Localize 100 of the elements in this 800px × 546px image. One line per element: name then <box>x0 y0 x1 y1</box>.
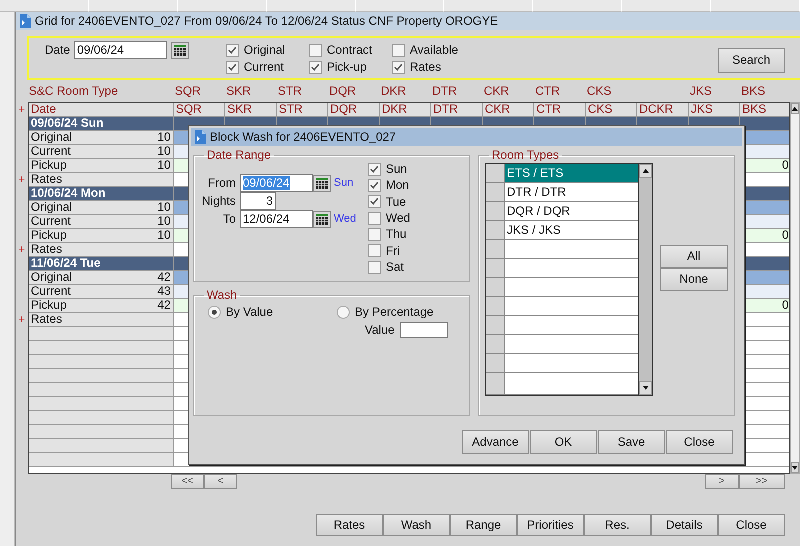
list-item[interactable]: DTR / DTR <box>505 183 638 202</box>
search-button[interactable]: Search <box>718 48 785 73</box>
checkbox[interactable] <box>368 162 381 176</box>
date-field[interactable]: 12/06/24 <box>240 210 313 228</box>
button[interactable]: None <box>660 268 728 292</box>
field-label: Value <box>365 322 395 338</box>
column-heading: JKS <box>689 84 714 99</box>
list-item[interactable]: DQR / DQR <box>505 202 638 222</box>
checkbox[interactable] <box>226 44 239 57</box>
radio-label: By Value <box>226 305 274 320</box>
expand-marker[interactable]: + <box>18 314 26 326</box>
list-item[interactable] <box>505 373 638 396</box>
date-field[interactable]: 09/06/24 <box>240 174 313 192</box>
vertical-scrollbar[interactable] <box>638 163 653 396</box>
radio-button[interactable] <box>208 306 221 320</box>
button[interactable]: Wash <box>383 514 450 536</box>
row-header <box>486 297 505 316</box>
column-header: SKR <box>225 103 277 117</box>
column-heading: CKS <box>586 84 613 99</box>
checkbox[interactable] <box>368 228 381 242</box>
radio-label: By Percentage <box>355 305 434 320</box>
group-title: Wash <box>206 289 238 302</box>
row-label: Rates <box>30 243 62 256</box>
calendar-icon[interactable] <box>313 174 331 192</box>
checkbox[interactable] <box>368 212 381 225</box>
scroll-up-button[interactable] <box>791 103 799 114</box>
checkbox-label: Fri <box>386 244 400 258</box>
checkbox-label: Mon <box>386 178 410 193</box>
window-title: Grid for 2406EVENTO_027 From 09/06/24 To 12/06/24 Status CNF Property OROGYE <box>35 14 498 28</box>
checkbox[interactable] <box>309 61 322 74</box>
page-button[interactable]: < <box>204 474 237 489</box>
checkbox-label: Rates <box>410 60 442 75</box>
column-header: JKS <box>688 103 740 117</box>
weekday-label: Wed <box>334 212 356 226</box>
checkbox[interactable] <box>392 61 405 74</box>
list-item[interactable]: JKS / JKS <box>505 221 638 240</box>
checkbox[interactable] <box>392 44 405 57</box>
button[interactable]: All <box>660 245 728 268</box>
column-heading: CKR <box>483 84 510 99</box>
nights-field[interactable]: 3 <box>240 192 276 210</box>
expand-marker[interactable]: + <box>18 174 26 186</box>
field-label: To <box>222 212 236 226</box>
date-field[interactable]: 09/06/24 <box>74 41 168 59</box>
checkbox[interactable] <box>226 61 239 74</box>
button[interactable]: Rates <box>316 514 383 536</box>
row-label: Current <box>30 215 71 228</box>
page-button[interactable]: >> <box>739 474 785 489</box>
radio-button[interactable] <box>337 306 350 320</box>
column-heading: SKR <box>226 84 252 99</box>
row-label: Pickup <box>30 299 67 312</box>
button[interactable]: Res. <box>584 514 651 536</box>
column-heading: CTR <box>534 84 562 99</box>
checkbox[interactable] <box>368 195 381 208</box>
row-label: Rates <box>30 173 62 186</box>
checkbox-label: Original <box>244 43 286 58</box>
calendar-icon[interactable] <box>171 42 190 58</box>
row-header <box>486 335 505 354</box>
field-label: From <box>207 176 236 190</box>
expand-marker[interactable]: + <box>18 104 26 116</box>
calendar-icon[interactable] <box>313 210 331 228</box>
date-group-cell: 09/06/24 Sun <box>28 117 174 131</box>
button[interactable]: Advance <box>462 430 529 454</box>
column-header: CKS <box>586 103 638 117</box>
checkbox[interactable] <box>309 44 322 57</box>
expand-marker[interactable]: + <box>18 244 26 256</box>
button[interactable]: Close <box>718 514 785 536</box>
button[interactable]: Details <box>651 514 718 536</box>
row-label: Current <box>30 145 71 158</box>
row-label: Original <box>30 131 72 144</box>
row-label: Rates <box>30 313 62 326</box>
column-header: DKR <box>380 103 432 117</box>
scroll-up-button[interactable] <box>639 164 652 178</box>
list-item[interactable]: ETS / ETS <box>505 164 638 184</box>
row-header <box>486 240 505 260</box>
row-header <box>486 202 505 222</box>
row-label: Original <box>30 201 72 214</box>
button[interactable]: Range <box>450 514 517 536</box>
column-heading: BKS <box>740 84 767 99</box>
column-header: BKS <box>740 103 789 117</box>
column-heading: DQR <box>328 84 358 99</box>
button[interactable]: OK <box>530 430 597 454</box>
checkbox[interactable] <box>368 179 381 192</box>
vertical-scrollbar[interactable] <box>790 102 800 474</box>
button[interactable]: Close <box>666 430 733 454</box>
row-value: 10 <box>158 229 171 242</box>
scroll-down-button[interactable] <box>791 462 799 473</box>
table-cell <box>740 117 789 131</box>
checkbox-label: Contract <box>327 43 372 58</box>
checkbox[interactable] <box>368 260 381 274</box>
checkbox[interactable] <box>368 244 381 258</box>
button[interactable]: Priorities <box>517 514 584 536</box>
page-button[interactable]: > <box>705 474 739 489</box>
value-field[interactable] <box>400 322 448 338</box>
checkbox-label: Wed <box>386 211 410 226</box>
group-title: Room Types <box>491 149 560 162</box>
row-header <box>486 354 505 374</box>
checkbox-label: Pick-up <box>327 60 368 75</box>
button[interactable]: Save <box>598 430 665 454</box>
page-button[interactable]: << <box>171 474 204 489</box>
scroll-down-button[interactable] <box>639 381 652 396</box>
